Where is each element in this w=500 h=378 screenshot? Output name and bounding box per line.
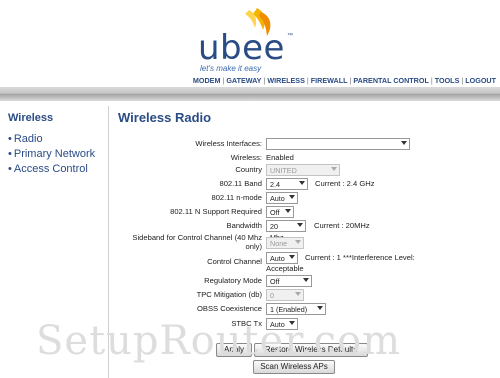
- country-label: Country: [235, 165, 262, 174]
- chevron-down-icon: [289, 195, 295, 199]
- nav-logout[interactable]: LOGOUT: [465, 76, 496, 85]
- nav-parental-control[interactable]: PARENTAL CONTROL: [353, 76, 428, 85]
- band-label: 802.11 Band: [219, 179, 262, 188]
- channel-current: Current : 1 ***Interference Level:: [305, 253, 415, 262]
- obss-label: OBSS Coexistence: [197, 304, 262, 313]
- control-channel-select[interactable]: Auto: [266, 252, 298, 264]
- nsupport-label: 802.11 N Support Required: [170, 207, 262, 216]
- chevron-down-icon: [331, 167, 337, 171]
- nav-firewall[interactable]: FIREWALL: [311, 76, 348, 85]
- header: ubee ™ let's make it easy MODEM | GATEWAY |…: [0, 0, 500, 100]
- chevron-down-icon: [295, 292, 301, 296]
- bullet-icon: •: [8, 148, 12, 160]
- nmode-label: 802.11 n-mode: [211, 193, 262, 202]
- watermark: SetupRouter.com: [36, 318, 402, 364]
- bullet-icon: •: [8, 133, 12, 145]
- channel-label: Control Channel: [207, 257, 262, 266]
- nsupport-select[interactable]: Off: [266, 206, 294, 218]
- tpc-label: TPC Mitigation (db): [196, 290, 262, 299]
- interfaces-label: Wireless Interfaces:: [195, 139, 262, 148]
- brand-trademark: ™: [287, 33, 293, 39]
- country-select[interactable]: UNITED STATES: [266, 164, 340, 186]
- bullet-icon: •: [8, 163, 12, 175]
- header-divider-bar: [0, 87, 500, 101]
- chevron-down-icon: [289, 255, 295, 259]
- sidebar-item-access-control[interactable]: • Access Control: [8, 162, 95, 177]
- chevron-down-icon: [295, 240, 301, 244]
- bandwidth-current: Current : 20MHz: [314, 221, 370, 230]
- nav-gateway[interactable]: GATEWAY: [226, 76, 261, 85]
- sidebar-item-label: Primary Network: [13, 148, 96, 160]
- page-title: Wireless Radio: [118, 110, 212, 125]
- regulatory-label: Regulatory Mode: [204, 276, 262, 285]
- band-select[interactable]: 2.4 Ghz: [266, 178, 308, 200]
- sidebar-item-label: Access Control: [13, 163, 88, 175]
- sideband-label: Sideband for Control Channel (40 Mhz onl…: [132, 233, 262, 251]
- bandwidth-label: Bandwidth: [226, 221, 262, 230]
- nmode-select[interactable]: Auto: [266, 192, 298, 204]
- interference-level: Acceptable: [266, 264, 304, 273]
- tpc-select[interactable]: 0 (Off): [266, 289, 304, 311]
- sideband-select[interactable]: None: [266, 237, 304, 249]
- nav-modem[interactable]: MODEM: [193, 76, 221, 85]
- chevron-down-icon: [303, 278, 309, 282]
- sidebar-list: • Radio • Primary Network • Access Control: [8, 132, 95, 177]
- chevron-down-icon: [401, 141, 407, 145]
- chevron-down-icon: [317, 306, 323, 310]
- wireless-status: Enabled: [266, 153, 294, 162]
- nav-tools[interactable]: TOOLS: [435, 76, 460, 85]
- sidebar-item-label: Radio: [13, 133, 43, 145]
- obss-select[interactable]: 1 (Enabled): [266, 303, 326, 315]
- chevron-down-icon: [299, 181, 305, 185]
- band-current: Current : 2.4 GHz: [315, 179, 375, 188]
- main-content: Wireless Radio Wireless Interfaces: Wire…: [118, 106, 498, 374]
- nav-wireless[interactable]: WIRELESS: [267, 76, 305, 85]
- wireless-label: Wireless:: [230, 153, 262, 162]
- brand-name: ubee: [198, 28, 285, 68]
- sidebar-title: Wireless: [8, 112, 54, 124]
- sidebar-item-primary-network[interactable]: • Primary Network: [8, 147, 95, 162]
- sidebar-item-radio[interactable]: • Radio: [8, 132, 95, 147]
- chevron-down-icon: [297, 223, 303, 227]
- wireless-interfaces-select[interactable]: [266, 138, 410, 150]
- top-navigation: MODEM | GATEWAY | WIRELESS | FIREWALL | PARENTAL…: [192, 76, 496, 85]
- chevron-down-icon: [285, 209, 291, 213]
- regulatory-select[interactable]: Off: [266, 275, 312, 287]
- bandwidth-select[interactable]: 20 Mhz: [266, 220, 306, 242]
- brand-tagline: let's make it easy: [200, 64, 262, 73]
